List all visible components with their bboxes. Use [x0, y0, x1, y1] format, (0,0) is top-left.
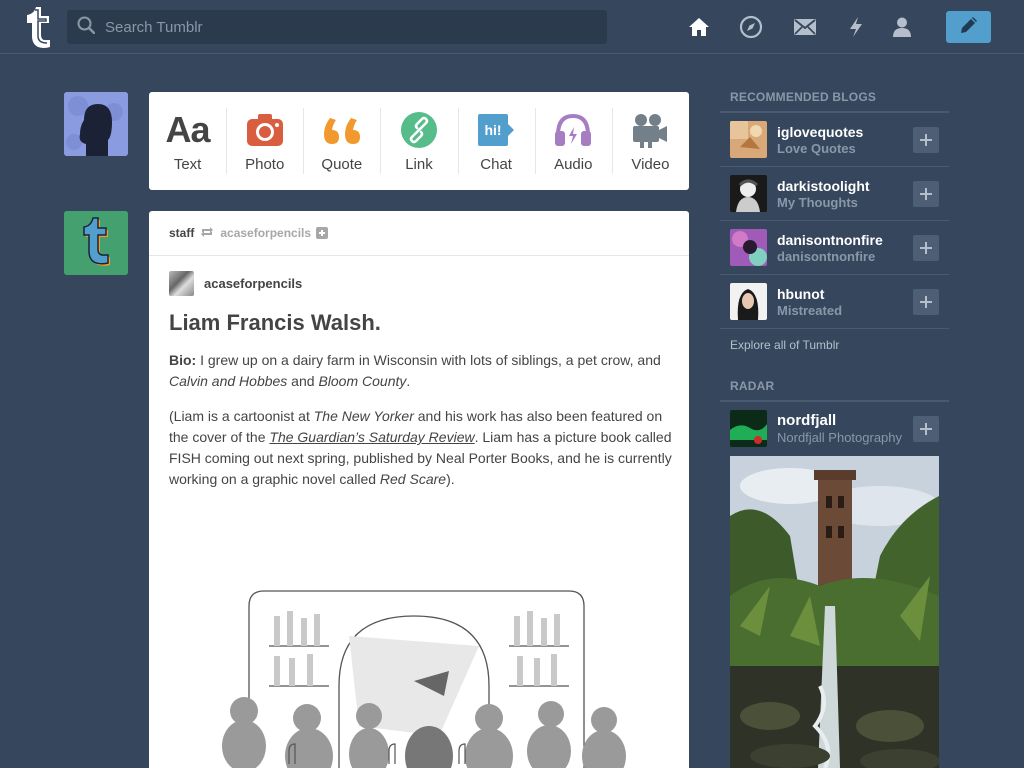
post-video-label: Video [631, 155, 670, 173]
post-audio-label: Audio [554, 155, 593, 173]
recommended-title: RECOMMENDED BLOGS [720, 90, 949, 113]
bio-text: I grew up on a dairy farm in Wisconsin w… [196, 352, 661, 368]
headphones-icon [553, 110, 593, 150]
post-video-button[interactable]: Video [611, 92, 689, 190]
follow-button[interactable] [913, 127, 939, 153]
blog-subtitle: Mistreated [777, 302, 843, 318]
search-icon [77, 16, 96, 39]
video-camera-icon [630, 110, 670, 150]
account-icon[interactable] [890, 15, 914, 39]
explore-link[interactable]: Explore all of Tumblr [720, 329, 949, 352]
blog-name[interactable]: darkistoolight [777, 178, 870, 194]
bio-text: and [287, 373, 319, 389]
post-text-button[interactable]: Aa Text [149, 92, 226, 190]
radar-blog[interactable]: nordfjall Nordfjall Photography [720, 402, 949, 454]
reblogger-name[interactable]: staff [169, 226, 194, 240]
radar-title: RADAR [720, 379, 949, 402]
radar-blog-subtitle: Nordfjall Photography [777, 429, 903, 445]
link-icon [399, 110, 439, 150]
source-avatar[interactable] [169, 271, 194, 296]
recommended-blog[interactable]: darkistoolight My Thoughts [720, 167, 949, 221]
radar-photo[interactable] [730, 456, 939, 768]
bio-text: . [406, 373, 411, 389]
search-bar[interactable] [67, 10, 607, 44]
post-type-bar: Aa Text Photo Quote Link hi! Chat Audio [149, 92, 689, 190]
post-header: staff acaseforpencils [149, 211, 689, 256]
blog-name[interactable]: hbunot [777, 286, 842, 302]
quote-icon [322, 110, 362, 150]
reblog-icon [200, 226, 214, 241]
compose-button[interactable] [946, 11, 991, 43]
source-name[interactable]: acaseforpencils [204, 276, 302, 291]
tumblr-logo[interactable] [19, 6, 53, 48]
post-source: acaseforpencils [169, 271, 302, 296]
description-italic: Red Scare [379, 471, 447, 487]
follow-button[interactable] [913, 289, 939, 315]
blog-name[interactable]: danisontnonfire [777, 232, 883, 248]
home-icon[interactable] [687, 15, 711, 39]
bio-label: Bio: [169, 352, 197, 368]
description-italic: The New Yorker [313, 408, 414, 424]
blog-name[interactable]: iglovequotes [777, 124, 863, 140]
explore-icon[interactable] [739, 15, 763, 39]
post-text-label: Text [173, 155, 202, 173]
follow-button[interactable] [913, 235, 939, 261]
cartoon-illustration[interactable] [189, 586, 649, 768]
description-text: (Liam is a cartoonist at [169, 408, 314, 424]
user-avatar[interactable] [64, 92, 128, 156]
post-chat-label: Chat [480, 155, 512, 173]
recommended-blog[interactable]: hbunot Mistreated [720, 275, 949, 329]
radar-panel: RADAR nordfjall Nordfjall Photography [720, 379, 949, 768]
post-title: Liam Francis Walsh. [169, 310, 381, 335]
recommended-blogs-panel: RECOMMENDED BLOGS iglovequotes Love Quote… [720, 90, 949, 352]
top-header [0, 0, 1024, 54]
guardian-link[interactable]: The Guardian’s Saturday Review [269, 429, 474, 445]
post-photo-button[interactable]: Photo [226, 92, 303, 190]
blog-avatar[interactable] [730, 121, 767, 158]
description-paragraph: (Liam is a cartoonist at The New Yorker … [169, 406, 674, 490]
blog-avatar[interactable] [730, 229, 767, 266]
post-chat-button[interactable]: hi! Chat [457, 92, 535, 190]
post-photo-label: Photo [245, 155, 285, 173]
blog-subtitle: Love Quotes [777, 140, 856, 156]
dashboard-post: staff acaseforpencils acaseforpencils Li… [149, 211, 689, 768]
post-quote-button[interactable]: Quote [303, 92, 380, 190]
bio-italic: Bloom County [318, 373, 407, 389]
post-body: Bio: I grew up on a dairy farm in Wiscon… [169, 350, 674, 504]
staff-avatar[interactable] [64, 211, 128, 275]
text-icon: Aa [165, 108, 211, 150]
blog-subtitle: danisontnonfire [777, 248, 876, 264]
post-link-button[interactable]: Link [380, 92, 457, 190]
radar-blog-avatar[interactable] [730, 409, 767, 447]
post-audio-button[interactable]: Audio [534, 92, 612, 190]
pencil-icon [959, 15, 979, 40]
follow-plus-icon[interactable] [316, 227, 329, 239]
follow-button[interactable] [913, 181, 939, 207]
post-quote-label: Quote [321, 155, 363, 173]
reblogged-from-name[interactable]: acaseforpencils [220, 226, 311, 240]
svg-text:hi!: hi! [485, 122, 502, 138]
bio-paragraph: Bio: I grew up on a dairy farm in Wiscon… [169, 350, 674, 392]
follow-button[interactable] [913, 416, 939, 442]
search-input[interactable] [105, 18, 585, 36]
recommended-blog[interactable]: iglovequotes Love Quotes [720, 113, 949, 167]
bio-italic: Calvin and Hobbes [169, 373, 288, 389]
radar-blog-name[interactable]: nordfjall [777, 412, 902, 429]
blog-subtitle: My Thoughts [777, 194, 858, 210]
blog-avatar[interactable] [730, 283, 767, 320]
post-link-label: Link [405, 155, 433, 173]
chat-icon: hi! [476, 110, 516, 150]
camera-icon [245, 110, 285, 150]
recommended-blog[interactable]: danisontnonfire danisontnonfire [720, 221, 949, 275]
blog-avatar[interactable] [730, 175, 767, 212]
inbox-icon[interactable] [793, 15, 817, 39]
description-text: ). [446, 471, 455, 487]
activity-icon[interactable] [844, 15, 868, 39]
